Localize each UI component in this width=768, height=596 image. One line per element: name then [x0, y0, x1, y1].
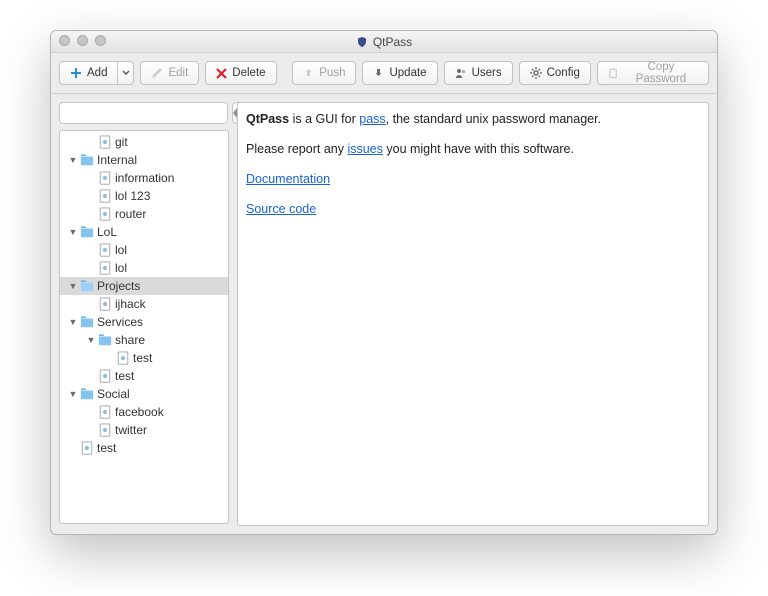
tree-label: lol 123: [115, 189, 150, 203]
tree-item[interactable]: lol: [60, 259, 228, 277]
add-button[interactable]: Add: [59, 61, 118, 85]
tree-item[interactable]: twitter: [60, 421, 228, 439]
tree-item[interactable]: facebook: [60, 403, 228, 421]
intro-line: QtPass is a GUI for pass, the standard u…: [246, 109, 700, 129]
source-link[interactable]: Source code: [246, 202, 316, 216]
zoom-dot[interactable]: [95, 35, 106, 46]
delete-label: Delete: [232, 67, 265, 79]
tree-label: twitter: [115, 423, 147, 437]
tree-item[interactable]: test: [60, 349, 228, 367]
tree-label: test: [115, 369, 134, 383]
tree-label: test: [133, 351, 152, 365]
upload-icon: [303, 68, 314, 79]
chevron-down-icon: [122, 69, 130, 77]
toolbar: Add Edit Delete Push Update Users: [51, 53, 717, 94]
documentation-link[interactable]: Documentation: [246, 172, 330, 186]
tree-folder[interactable]: ▼ share: [60, 331, 228, 349]
disclosure-triangle-icon[interactable]: ▼: [68, 281, 78, 291]
update-label: Update: [389, 67, 426, 79]
tree-label: share: [115, 333, 145, 347]
delete-button[interactable]: Delete: [205, 61, 276, 85]
config-label: Config: [547, 67, 580, 79]
tree-label: router: [115, 207, 146, 221]
edit-button[interactable]: Edit: [140, 61, 199, 85]
window-title: QtPass: [373, 35, 412, 49]
tree-item[interactable]: lol: [60, 241, 228, 259]
titlebar: QtPass: [51, 31, 717, 53]
tree-label: test: [97, 441, 116, 455]
tree-item[interactable]: information: [60, 169, 228, 187]
disclosure-triangle-icon[interactable]: ▼: [68, 227, 78, 237]
tree-item[interactable]: git: [60, 133, 228, 151]
disclosure-triangle-icon[interactable]: ▼: [68, 389, 78, 399]
tree-label: Projects: [97, 279, 140, 293]
gear-icon: [530, 67, 542, 79]
tree-label: Internal: [97, 153, 137, 167]
tree-folder[interactable]: ▼ Social: [60, 385, 228, 403]
pass-link[interactable]: pass: [359, 112, 385, 126]
config-button[interactable]: Config: [519, 61, 591, 85]
tree-label: git: [115, 135, 128, 149]
close-dot[interactable]: [59, 35, 70, 46]
tree-label: lol: [115, 261, 127, 275]
users-button[interactable]: Users: [444, 61, 513, 85]
tree-label: Services: [97, 315, 143, 329]
issues-link[interactable]: issues: [347, 142, 382, 156]
clipboard-icon: [608, 67, 619, 79]
tree-folder[interactable]: ▼ Projects: [60, 277, 228, 295]
tree-label: ijhack: [115, 297, 146, 311]
tree-label: Social: [97, 387, 130, 401]
tree-label: facebook: [115, 405, 164, 419]
left-panel: git ▼ Internal information lol 123 router ▼ LoL…: [59, 102, 229, 526]
tree-item[interactable]: test: [60, 439, 228, 457]
tree-label: LoL: [97, 225, 117, 239]
add-dropdown[interactable]: [118, 61, 134, 85]
pencil-icon: [151, 67, 163, 79]
tree-item[interactable]: router: [60, 205, 228, 223]
intro-appname: QtPass: [246, 112, 289, 126]
traffic-lights: [59, 35, 106, 46]
tree-folder[interactable]: ▼ Services: [60, 313, 228, 331]
tree-label: lol: [115, 243, 127, 257]
password-tree[interactable]: git ▼ Internal information lol 123 router ▼ LoL…: [59, 130, 229, 524]
tree-item[interactable]: lol 123: [60, 187, 228, 205]
content-panel: QtPass is a GUI for pass, the standard u…: [237, 102, 709, 526]
x-icon: [216, 68, 227, 79]
search-input[interactable]: [59, 102, 228, 124]
download-icon: [373, 68, 384, 79]
tree-folder[interactable]: ▼ Internal: [60, 151, 228, 169]
report-line: Please report any issues you might have …: [246, 139, 700, 159]
copy-label: Copy Password: [624, 61, 698, 85]
users-icon: [455, 67, 467, 79]
update-button[interactable]: Update: [362, 61, 437, 85]
disclosure-triangle-icon[interactable]: ▼: [68, 155, 78, 165]
add-split: Add: [59, 61, 134, 85]
plus-icon: [70, 67, 82, 79]
users-label: Users: [472, 67, 502, 79]
tree-folder[interactable]: ▼ LoL: [60, 223, 228, 241]
tree-item[interactable]: test: [60, 367, 228, 385]
minimize-dot[interactable]: [77, 35, 88, 46]
body: git ▼ Internal information lol 123 router ▼ LoL…: [51, 94, 717, 534]
disclosure-triangle-icon[interactable]: ▼: [86, 335, 96, 345]
push-button[interactable]: Push: [292, 61, 356, 85]
tree-label: information: [115, 171, 174, 185]
tree-item[interactable]: ijhack: [60, 295, 228, 313]
edit-label: Edit: [168, 67, 188, 79]
add-label: Add: [87, 67, 107, 79]
push-label: Push: [319, 67, 345, 79]
disclosure-triangle-icon[interactable]: ▼: [68, 317, 78, 327]
app-window: QtPass Add Edit Delete Push Upda: [50, 30, 718, 535]
app-icon: [356, 36, 368, 48]
copy-button[interactable]: Copy Password: [597, 61, 709, 85]
